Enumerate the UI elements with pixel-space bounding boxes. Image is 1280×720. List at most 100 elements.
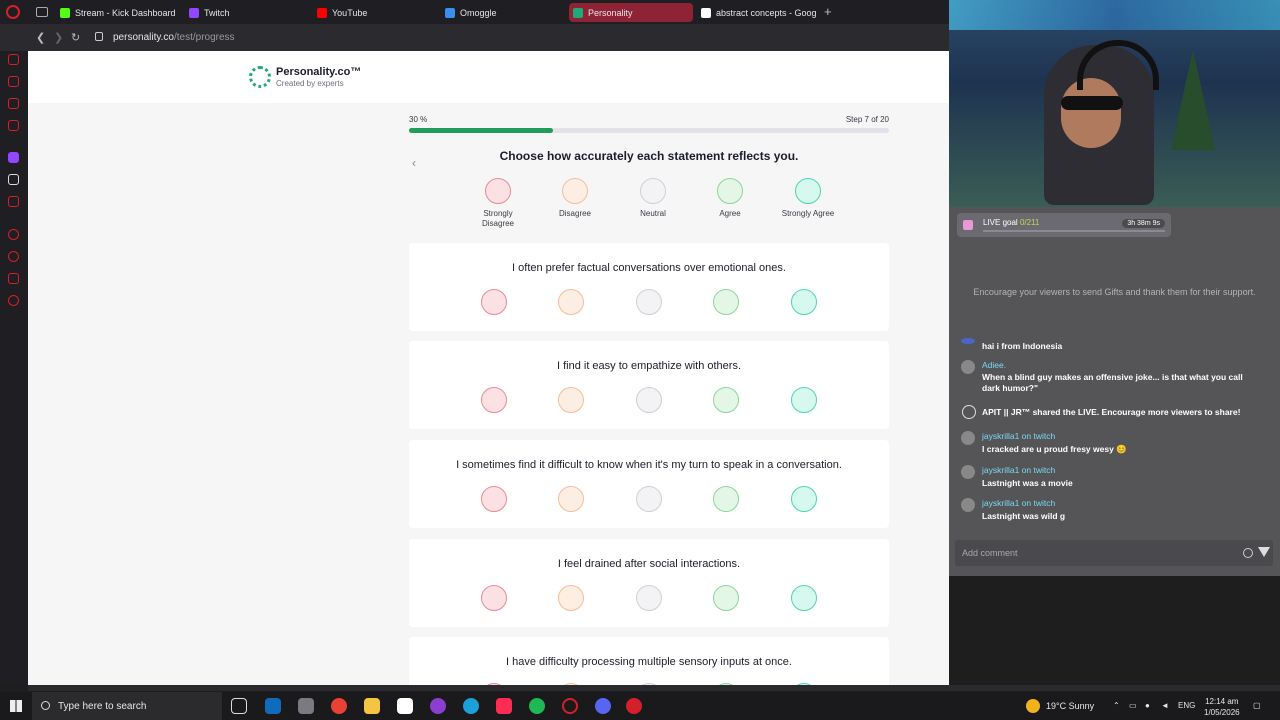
option-disagree[interactable] [558, 486, 584, 512]
webcam-overlay [949, 0, 1280, 207]
crypto-wallet-icon[interactable] [8, 120, 19, 131]
settings-icon[interactable] [8, 295, 19, 306]
player-icon[interactable] [8, 229, 19, 240]
emoji-icon[interactable] [1243, 548, 1253, 558]
omoggle-icon [445, 7, 455, 18]
option-agree[interactable] [713, 387, 739, 413]
legend-circle [640, 178, 666, 204]
edge-icon[interactable] [463, 698, 479, 714]
x-icon[interactable] [8, 174, 19, 185]
statement-card: I sometimes find it difficult to know wh… [409, 440, 889, 528]
weather-sun-icon[interactable] [1026, 699, 1040, 713]
microphone-icon[interactable]: ● [1145, 701, 1150, 710]
weather-text[interactable]: 19°C Sunny [1046, 701, 1094, 711]
taskbar-search[interactable]: Type here to search [32, 692, 222, 720]
site-name[interactable]: Personality.co™ [276, 66, 361, 78]
personality-logo-icon[interactable] [249, 66, 271, 88]
legend-strongly-agree: Strongly Agree [778, 178, 838, 219]
capcut-icon[interactable] [397, 698, 413, 714]
spotify-icon[interactable] [529, 698, 545, 714]
site-header: Personality.co™ Created by experts [28, 51, 949, 103]
comment-input[interactable]: Add comment [955, 540, 1273, 566]
avatar [961, 338, 975, 344]
clock[interactable]: 12:14 am 1/05/2026 [1204, 696, 1240, 718]
option-strongly-agree[interactable] [791, 289, 817, 315]
volume-icon[interactable]: ◄ [1161, 701, 1169, 710]
option-disagree[interactable] [558, 387, 584, 413]
avatar[interactable] [961, 498, 975, 512]
new-tab-icon[interactable]: + [824, 4, 832, 19]
option-disagree[interactable] [558, 289, 584, 315]
option-neutral[interactable] [636, 289, 662, 315]
tiktok-icon[interactable] [496, 698, 512, 714]
horizontal-scrollbar[interactable] [28, 685, 1280, 691]
option-strongly-disagree[interactable] [481, 486, 507, 512]
snipping-tool-icon[interactable] [298, 698, 314, 714]
chat-username[interactable]: jayskrilla1 on twitch [982, 431, 1055, 441]
chat-username[interactable]: Adiee. [982, 360, 1006, 370]
gift-icon [963, 220, 973, 230]
option-agree[interactable] [713, 289, 739, 315]
messenger-icon[interactable] [8, 98, 19, 109]
option-disagree[interactable] [558, 585, 584, 611]
opera-logo-icon[interactable] [6, 5, 20, 19]
option-strongly-disagree[interactable] [481, 585, 507, 611]
avatar[interactable] [961, 431, 975, 445]
send-icon[interactable] [1258, 547, 1270, 557]
pinboard-icon[interactable] [8, 273, 19, 284]
opera-icon[interactable] [562, 698, 578, 714]
task-view-icon[interactable] [231, 698, 247, 714]
chat-username[interactable]: jayskrilla1 on twitch [982, 498, 1055, 508]
file-explorer-icon[interactable] [364, 698, 380, 714]
opera-gx-icon[interactable] [626, 698, 642, 714]
notifications-icon[interactable]: ▢ [1253, 701, 1261, 710]
avatar[interactable] [961, 465, 975, 479]
option-agree[interactable] [713, 585, 739, 611]
legend-strongly-disagree: Strongly Disagree [468, 178, 528, 229]
history-icon[interactable] [8, 251, 19, 262]
windows-start-icon[interactable] [10, 700, 22, 712]
discord-icon[interactable] [595, 698, 611, 714]
option-neutral[interactable] [636, 387, 662, 413]
sunglasses [1061, 96, 1123, 110]
tab-omoggle[interactable]: Omoggle [441, 3, 565, 22]
progress-fill [409, 128, 553, 133]
avatar[interactable] [961, 360, 975, 374]
option-strongly-agree[interactable] [791, 585, 817, 611]
url-field[interactable]: personality.co/test/progress [113, 32, 235, 43]
tab-manager-icon[interactable] [36, 7, 48, 17]
previous-question-icon[interactable]: ‹ [412, 156, 416, 170]
statement-card: I often prefer factual conversations ove… [409, 243, 889, 331]
tab-google[interactable]: abstract concepts - Goog [697, 3, 817, 22]
chat-message: Adiee. When a blind guy makes an offensi… [957, 360, 1273, 398]
tab-kick-dashboard[interactable]: Stream - Kick Dashboard [56, 3, 180, 22]
language[interactable]: ENG [1178, 701, 1195, 710]
network-icon[interactable]: ▭ [1129, 701, 1137, 710]
flow-icon[interactable] [8, 76, 19, 87]
desktop-background [949, 576, 1280, 685]
tab-personality[interactable]: Personality [569, 3, 693, 22]
option-neutral[interactable] [636, 486, 662, 512]
tiktok-sidebar-icon[interactable] [8, 196, 19, 207]
option-strongly-agree[interactable] [791, 486, 817, 512]
tab-youtube[interactable]: YouTube [313, 3, 437, 22]
tab-twitch[interactable]: Twitch [185, 3, 309, 22]
option-neutral[interactable] [636, 585, 662, 611]
twitch-sidebar-icon[interactable] [8, 152, 19, 163]
chrome-icon[interactable] [331, 698, 347, 714]
option-strongly-agree[interactable] [791, 387, 817, 413]
app-icon[interactable] [430, 698, 446, 714]
show-hidden-icons-icon[interactable]: ⌃ [1113, 701, 1120, 710]
option-strongly-disagree[interactable] [481, 387, 507, 413]
chat-username[interactable]: jayskrilla1 on twitch [982, 465, 1055, 475]
reload-icon[interactable]: ↻ [71, 31, 80, 44]
back-icon[interactable]: ❮ [36, 31, 45, 44]
legend-circle [717, 178, 743, 204]
aria-icon[interactable] [8, 54, 19, 65]
option-agree[interactable] [713, 486, 739, 512]
option-strongly-disagree[interactable] [481, 289, 507, 315]
outlook-icon[interactable] [265, 698, 281, 714]
chat-message: jayskrilla1 on twitch Lastnight was a mo… [957, 465, 1273, 491]
forward-icon[interactable]: ❯ [54, 31, 63, 44]
live-goal-widget[interactable]: LIVE goal 0/211 3h 38m 9s [957, 213, 1171, 237]
